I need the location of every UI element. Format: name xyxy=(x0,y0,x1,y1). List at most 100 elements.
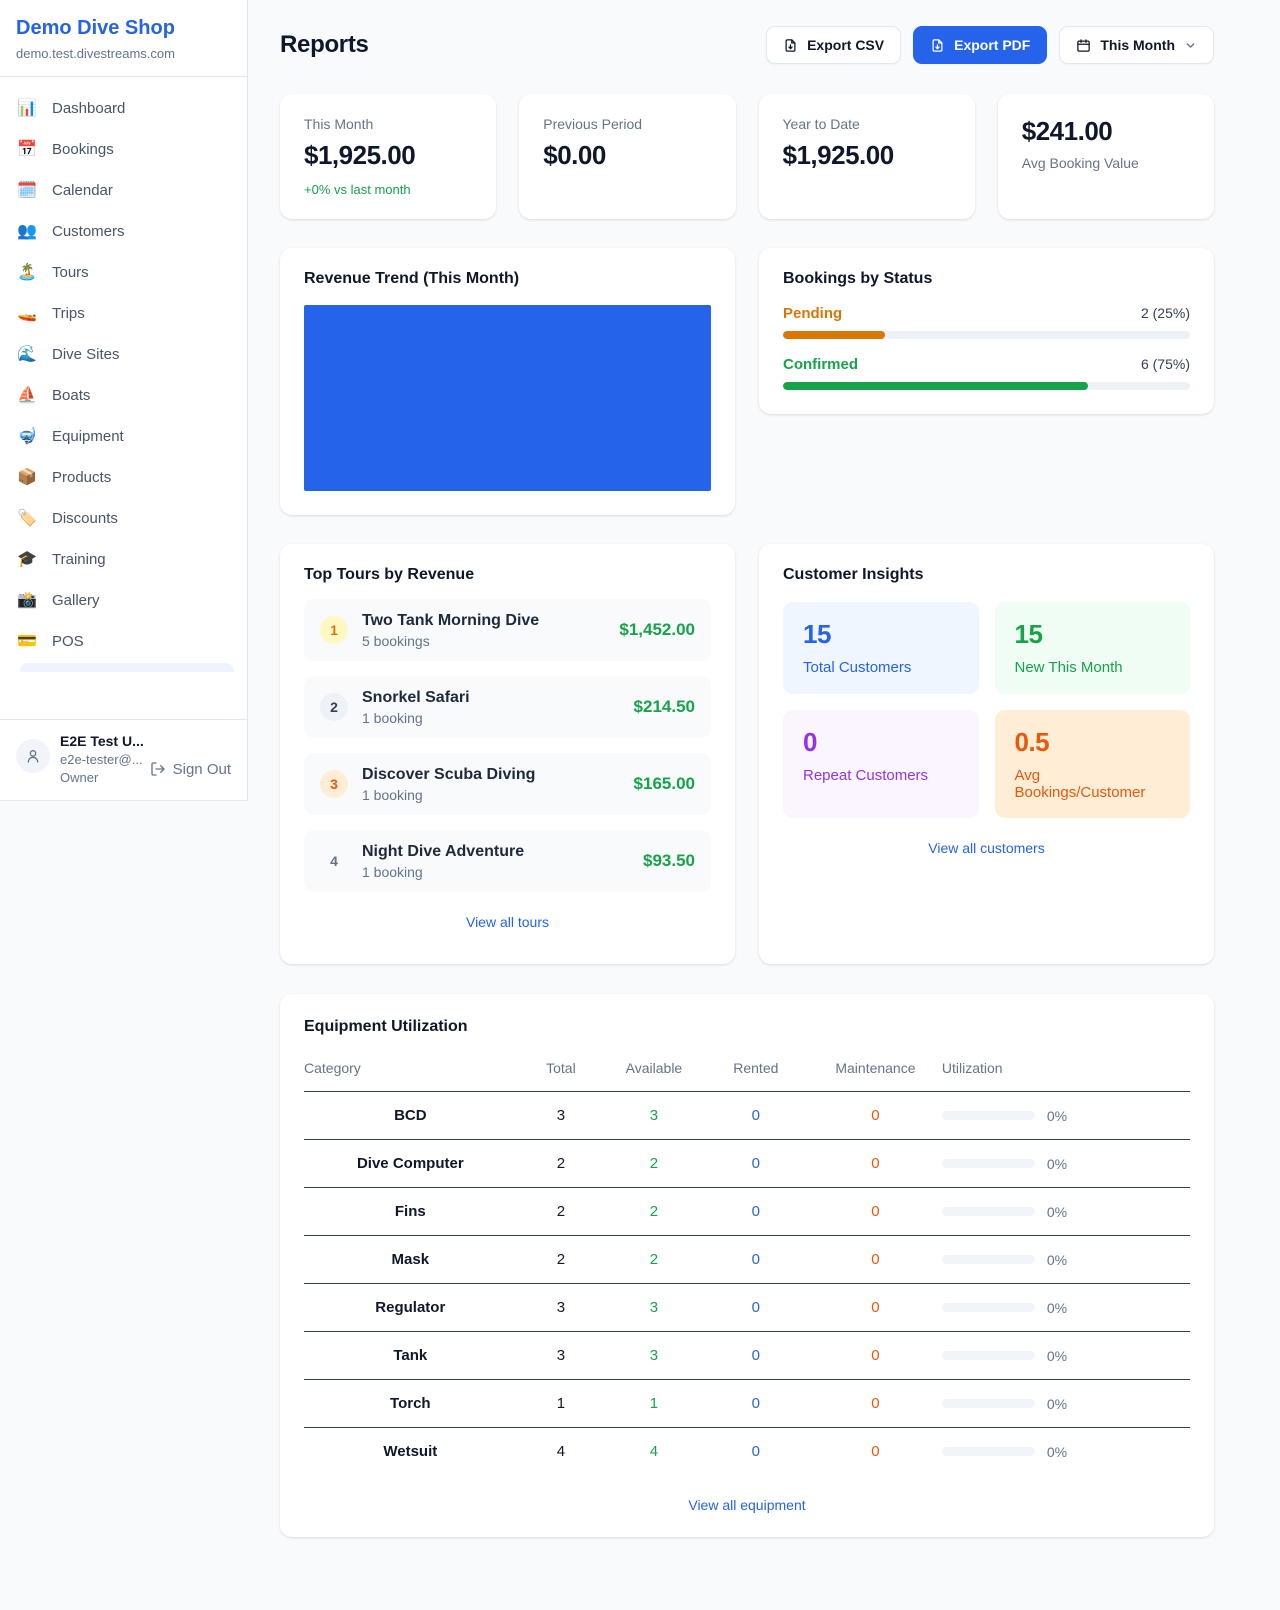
cell-available: 3 xyxy=(605,1284,702,1332)
utilization-bar-track xyxy=(942,1111,1035,1120)
tour-list-item[interactable]: 3 Discover Scuba Diving 1 booking $165.0… xyxy=(304,753,711,815)
equipment-utilization-title: Equipment Utilization xyxy=(304,1018,1190,1036)
sidebar-item-equipment[interactable]: 🤿 Equipment xyxy=(0,416,247,456)
sidebar-item-gallery[interactable]: 📸Gallery xyxy=(0,580,247,620)
cell-utilization: 0% xyxy=(942,1140,1190,1188)
cell-maintenance: 0 xyxy=(809,1092,942,1140)
cell-available: 3 xyxy=(605,1332,702,1380)
cell-utilization: 0% xyxy=(942,1428,1190,1476)
sidebar-item-boats[interactable]: ⛵Boats xyxy=(0,375,247,415)
insight-value: 15 xyxy=(803,619,959,650)
sidebar-item-tours[interactable]: 🏝️ Tours xyxy=(0,252,247,292)
cell-total: 1 xyxy=(517,1380,606,1428)
stat-value: $1,925.00 xyxy=(304,140,472,171)
tour-revenue: $165.00 xyxy=(634,774,695,794)
col-maintenance: Maintenance xyxy=(809,1050,942,1092)
sidebar-item-label: Training xyxy=(52,551,106,568)
insight-label: New This Month xyxy=(1015,659,1171,676)
tour-list-item[interactable]: 2 Snorkel Safari 1 booking $214.50 xyxy=(304,676,711,738)
table-row: BCD 3 3 0 0 0% xyxy=(304,1092,1190,1140)
sidebar-item-customers[interactable]: 👥Customers xyxy=(0,211,247,251)
tours-icon: 🏝️ xyxy=(16,262,38,282)
stat-value: $0.00 xyxy=(543,140,711,171)
charts-row: Revenue Trend (This Month) Bookings by S… xyxy=(280,248,1214,515)
utilization-bar-track xyxy=(942,1447,1035,1456)
cell-rented: 0 xyxy=(703,1380,809,1428)
sidebar-item-discounts[interactable]: 🏷️Discounts xyxy=(0,498,247,538)
sidebar-item-calendar[interactable]: 🗓️Calendar xyxy=(0,170,247,210)
sidebar-item-dashboard[interactable]: 📊Dashboard xyxy=(0,88,247,128)
revenue-trend-title: Revenue Trend (This Month) xyxy=(304,270,711,288)
sidebar-item-bookings[interactable]: 📅Bookings xyxy=(0,129,247,169)
training-icon: 🎓 xyxy=(16,549,38,569)
sidebar-item-label: Products xyxy=(52,469,111,486)
bookings-by-status-card: Bookings by Status Pending 2 (25%) Confi… xyxy=(759,248,1214,414)
sidebar-item-pos[interactable]: 💳POS xyxy=(0,621,247,661)
rank-badge: 2 xyxy=(320,693,348,721)
top-tours-title: Top Tours by Revenue xyxy=(304,566,711,584)
stat-delta: +0% vs last month xyxy=(304,182,472,197)
sidebar-item-products[interactable]: 📦Products xyxy=(0,457,247,497)
sidebar-item-trips[interactable]: 🚤Trips xyxy=(0,293,247,333)
file-download-icon xyxy=(783,38,798,53)
sidebar-item-label: Calendar xyxy=(52,182,113,199)
header-actions: Export CSV Export PDF This Month xyxy=(766,26,1214,64)
col-total: Total xyxy=(517,1050,606,1092)
sidebar-item-label: Bookings xyxy=(52,141,114,158)
cell-rented: 0 xyxy=(703,1236,809,1284)
cell-utilization: 0% xyxy=(942,1380,1190,1428)
period-dropdown[interactable]: This Month xyxy=(1059,26,1214,64)
col-category: Category xyxy=(304,1050,517,1092)
insight-tile-avg-bookings: 0.5 Avg Bookings/Customer xyxy=(995,710,1191,818)
user-email: e2e-tester@... xyxy=(60,752,140,767)
sidebar-item-dive-sites[interactable]: 🌊Dive Sites xyxy=(0,334,247,374)
status-value: 6 (75%) xyxy=(1141,356,1190,372)
stat-card-avg-booking-value: $241.00 Avg Booking Value xyxy=(998,94,1214,219)
insight-label: Repeat Customers xyxy=(803,767,959,784)
utilization-percent: 0% xyxy=(1047,1444,1067,1460)
tour-list-item[interactable]: 1 Two Tank Morning Dive 5 bookings $1,45… xyxy=(304,599,711,661)
export-pdf-button[interactable]: Export PDF xyxy=(913,26,1047,64)
status-label: Pending xyxy=(783,305,842,322)
sidebar-item-training[interactable]: 🎓 Training xyxy=(0,539,247,579)
cell-maintenance: 0 xyxy=(809,1428,942,1476)
calendar-icon xyxy=(1076,38,1091,53)
trips-icon: 🚤 xyxy=(16,303,38,323)
table-row: Dive Computer 2 2 0 0 0% xyxy=(304,1140,1190,1188)
equipment-utilization-card: Equipment Utilization Category Total Ava… xyxy=(280,994,1214,1537)
status-bar-track xyxy=(783,331,1190,339)
cell-maintenance: 0 xyxy=(809,1380,942,1428)
sidebar-item-label: Customers xyxy=(52,223,125,240)
equipment-icon: 🤿 xyxy=(16,426,38,446)
view-all-tours-link[interactable]: View all tours xyxy=(304,914,711,930)
rank-badge: 3 xyxy=(320,770,348,798)
tour-list-item[interactable]: 4 Night Dive Adventure 1 booking $93.50 xyxy=(304,830,711,892)
view-all-customers-link[interactable]: View all customers xyxy=(783,840,1190,856)
utilization-bar-track xyxy=(942,1255,1035,1264)
tour-name: Two Tank Morning Dive xyxy=(362,612,539,630)
insight-grid: 15 Total Customers 15 New This Month 0 R… xyxy=(783,602,1190,818)
cell-utilization: 0% xyxy=(942,1188,1190,1236)
view-all-equipment-link[interactable]: View all equipment xyxy=(304,1497,1190,1513)
sign-out-button[interactable]: Sign Out xyxy=(150,753,231,785)
table-row: Mask 2 2 0 0 0% xyxy=(304,1236,1190,1284)
utilization-percent: 0% xyxy=(1047,1108,1067,1124)
cell-total: 3 xyxy=(517,1332,606,1380)
discounts-icon: 🏷️ xyxy=(16,508,38,528)
stat-card-previous-period: Previous Period $0.00 xyxy=(519,94,735,219)
sidebar-item-label: Equipment xyxy=(52,428,124,445)
stat-card-this-month: This Month $1,925.00 +0% vs last month xyxy=(280,94,496,219)
utilization-percent: 0% xyxy=(1047,1348,1067,1364)
export-csv-button[interactable]: Export CSV xyxy=(766,26,901,64)
sidebar-item-label: Dashboard xyxy=(52,100,125,117)
sidebar-item-label: Tours xyxy=(52,264,89,281)
sidebar-item-reports-partial[interactable] xyxy=(20,663,234,672)
stat-card-year-to-date: Year to Date $1,925.00 xyxy=(759,94,975,219)
cell-category: Wetsuit xyxy=(304,1428,517,1476)
insight-value: 0.5 xyxy=(1015,727,1171,758)
cell-available: 4 xyxy=(605,1428,702,1476)
col-available: Available xyxy=(605,1050,702,1092)
stat-label: Year to Date xyxy=(783,116,951,132)
insight-tile-new-this-month: 15 New This Month xyxy=(995,602,1191,694)
status-bar-track xyxy=(783,382,1190,390)
